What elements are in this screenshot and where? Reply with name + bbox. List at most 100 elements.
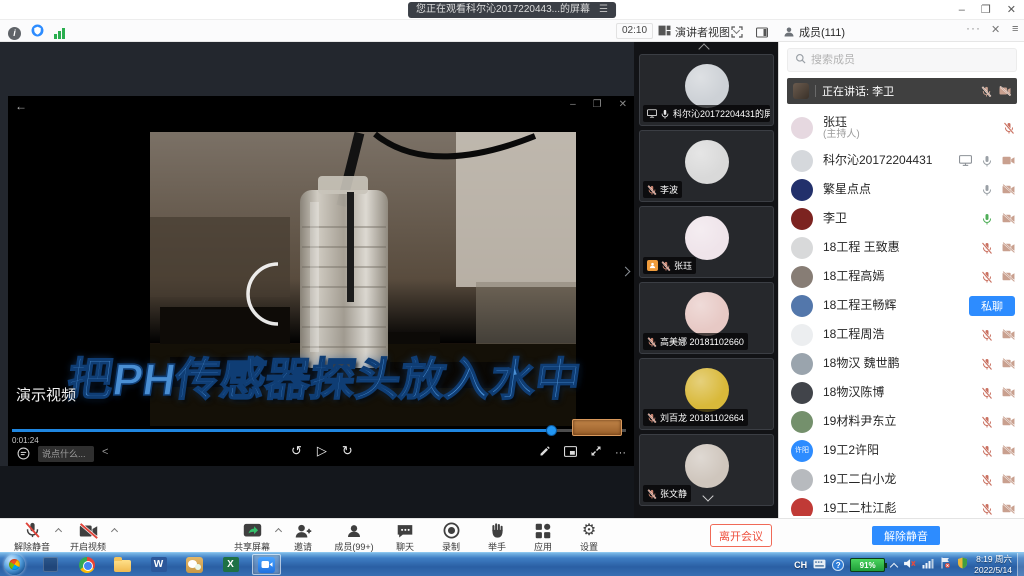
member-row[interactable]: 18物汉陈博 [779, 378, 1024, 407]
member-row[interactable]: 18工程高嫣 [779, 262, 1024, 291]
progress-thumb[interactable] [546, 425, 557, 436]
volume-muted-icon[interactable] [903, 556, 916, 574]
participant-name: 刘百龙 20181102664 [660, 411, 744, 424]
thumbnails-scroll-up-icon[interactable] [698, 43, 709, 54]
explorer-folder-icon[interactable] [108, 554, 137, 575]
private-chat-button[interactable]: 私聊 [969, 296, 1015, 316]
participant-name: 高美娜 20181102660 [660, 335, 744, 348]
player-restore-icon[interactable]: ❐ [593, 99, 602, 110]
more-icon[interactable]: ··· [615, 447, 626, 459]
members-icon [346, 521, 362, 539]
panel-more-icon[interactable]: ··· [966, 21, 981, 35]
battery-indicator[interactable]: 91% [850, 558, 885, 572]
collapse-left-icon[interactable]: < [102, 446, 108, 458]
player-minimize-icon[interactable]: – [570, 99, 576, 110]
banner-menu-icon[interactable]: ☰ [599, 2, 608, 18]
video-thumbnail[interactable]: 张珏 [639, 206, 774, 278]
panel-unmute-button[interactable]: 解除静音 [872, 526, 940, 545]
meeting-info-icon[interactable]: i [8, 27, 21, 40]
minimize-button[interactable]: – [959, 0, 965, 20]
danmaku-icon[interactable] [17, 447, 30, 465]
camera-off-icon [1002, 213, 1015, 224]
avatar [791, 498, 813, 517]
avatar [791, 411, 813, 433]
member-row[interactable]: 18物汉 魏世鹏 [779, 349, 1024, 378]
avatar [791, 353, 813, 375]
share-screen-button[interactable]: 共享屏幕 [224, 519, 280, 553]
network-quality-icon[interactable] [54, 27, 65, 39]
member-search-input[interactable] [811, 54, 1009, 66]
fullscreen-icon[interactable] [731, 25, 743, 43]
camera-off-icon [1002, 445, 1015, 456]
member-row[interactable]: 19工二杜江彪 [779, 494, 1024, 516]
show-desktop-button[interactable] [1017, 553, 1024, 576]
wechat-icon[interactable] [180, 554, 209, 575]
cam-off-button[interactable]: 开启视频 [60, 519, 116, 553]
settings-button[interactable]: ⚙ 设置 [566, 519, 612, 553]
player-close-icon[interactable]: ✕ [619, 99, 627, 110]
progress-bar[interactable] [12, 429, 626, 432]
danmaku-input[interactable] [38, 446, 94, 462]
member-row[interactable]: 繁星点点 [779, 175, 1024, 204]
member-row[interactable]: 科尔沁20172204431 [779, 146, 1024, 175]
network-icon[interactable] [922, 556, 934, 574]
taskbar-clock[interactable]: 8:19 周六 2022/5/14 [974, 554, 1012, 575]
record-button[interactable]: 录制 [428, 519, 474, 553]
member-row[interactable]: 许阳 19工2许阳 [779, 436, 1024, 465]
video-thumbnail[interactable]: 刘百龙 20181102664 [639, 358, 774, 430]
panel-menu-icon[interactable]: ≡ [1012, 23, 1018, 35]
member-name: 19工2许阳 [823, 443, 879, 457]
excel-icon[interactable]: X [216, 554, 245, 575]
invite-button[interactable]: 邀请 [280, 519, 326, 553]
leave-meeting-button[interactable]: 离开会议 [710, 524, 772, 547]
panel-close-icon[interactable]: ✕ [991, 23, 1000, 36]
member-row[interactable]: 张珏 (主持人) [779, 110, 1024, 146]
member-search-box[interactable] [787, 48, 1017, 72]
chat-icon [396, 521, 414, 539]
apps-button[interactable]: 应用 [520, 519, 566, 553]
chrome-icon[interactable] [72, 554, 101, 575]
member-row[interactable]: 李卫 [779, 204, 1024, 233]
video-thumbnail[interactable]: 张文静 [639, 434, 774, 506]
word-icon[interactable]: W [144, 554, 173, 575]
show-hidden-icons[interactable] [890, 562, 898, 570]
rewind-icon[interactable]: ↺ [291, 443, 302, 459]
chat-button[interactable]: 聊天 [382, 519, 428, 553]
ime-indicator[interactable]: CH [794, 560, 807, 570]
view-mode-switch[interactable]: 演讲者视图 [658, 24, 739, 40]
sidebar-toggle-icon[interactable] [756, 25, 768, 43]
security-icon[interactable] [31, 24, 44, 42]
member-row[interactable]: 19材料尹东立 [779, 407, 1024, 436]
watching-banner[interactable]: 您正在观看科尔沁2017220443...的屏幕 ☰ [408, 2, 616, 18]
meeting-app-icon[interactable] [252, 554, 281, 575]
video-thumbnail[interactable]: 高美娜 20181102660 [639, 282, 774, 354]
pip-icon[interactable] [564, 446, 577, 460]
windows-taskbar: W X CH ? 91% 8:19 周六 2022/5/14 [0, 552, 1024, 576]
member-row[interactable]: 18工程王畅辉 私聊 [779, 291, 1024, 320]
forward-icon[interactable]: ↻ [342, 443, 353, 459]
start-button[interactable] [4, 554, 25, 575]
expand-icon[interactable] [590, 445, 602, 460]
back-icon[interactable]: ← [15, 99, 27, 113]
mic-off-button[interactable]: 解除静音 [4, 519, 60, 553]
member-row[interactable]: 18工程 王致惠 [779, 233, 1024, 262]
hand-button[interactable]: 举手 [474, 519, 520, 553]
member-row[interactable]: 19工二白小龙 [779, 465, 1024, 494]
edit-icon[interactable] [539, 445, 551, 460]
avatar [685, 444, 729, 488]
members-button[interactable]: 成员(99+) [326, 519, 382, 553]
help-icon[interactable]: ? [832, 559, 844, 571]
security-shield-icon[interactable] [957, 556, 968, 574]
play-icon[interactable]: ▷ [317, 443, 327, 459]
keyboard-icon[interactable] [813, 556, 826, 574]
taskbar-app-icon[interactable] [36, 554, 65, 575]
video-thumbnail[interactable]: 李波 [639, 130, 774, 202]
member-row[interactable]: 18工程周浩 [779, 320, 1024, 349]
restore-button[interactable]: ❐ [981, 0, 991, 20]
close-button[interactable]: ✕ [1007, 0, 1016, 20]
camera-off-icon [1002, 503, 1015, 514]
action-center-flag-icon[interactable] [940, 556, 951, 574]
chevron-up-icon[interactable] [111, 528, 118, 535]
video-thumbnail[interactable]: 科尔沁20172204431的屏幕... [639, 54, 774, 126]
thumbnails-scroll-down-icon[interactable] [702, 490, 713, 501]
